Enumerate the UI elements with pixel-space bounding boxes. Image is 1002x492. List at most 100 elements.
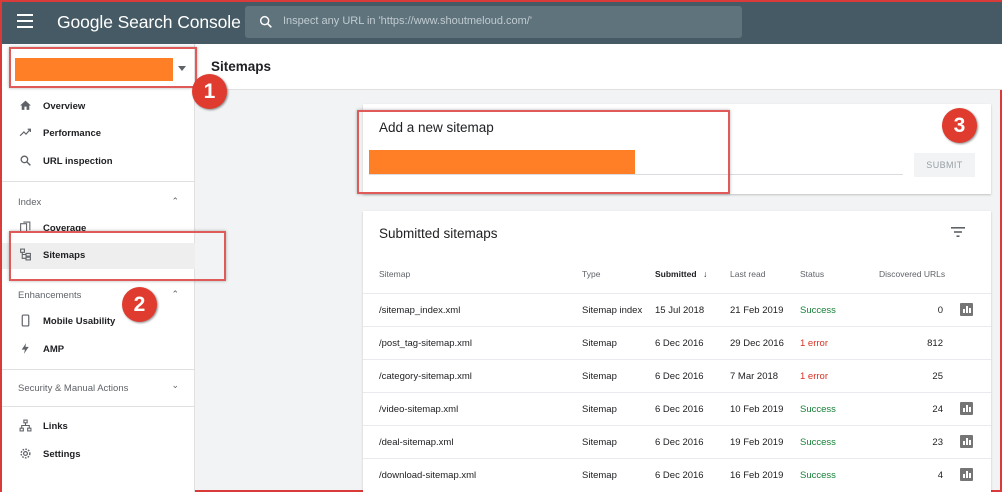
menu-icon[interactable]: [17, 14, 33, 28]
section-enhancements[interactable]: Enhancements: [18, 290, 81, 301]
sidebar-item-label: Performance: [43, 128, 102, 139]
column-header-submitted[interactable]: Submitted ↓: [655, 269, 707, 279]
sidebar-item-mobile-usability[interactable]: Mobile Usability: [2, 309, 195, 335]
cell-discovered-urls: 4: [937, 470, 943, 481]
chevron-up-icon[interactable]: ⌃: [171, 196, 179, 207]
chevron-up-icon[interactable]: ⌃: [171, 289, 179, 300]
trending-icon: [19, 128, 31, 137]
home-icon: [20, 100, 31, 110]
column-header-label: Submitted: [655, 269, 697, 279]
bolt-icon: [21, 343, 29, 354]
cell-submitted: 6 Dec 2016: [655, 371, 704, 382]
annotation-badge-1: 1: [192, 74, 227, 109]
cell-submitted: 6 Dec 2016: [655, 338, 704, 349]
cell-submitted: 6 Dec 2016: [655, 404, 704, 415]
cell-submitted: 6 Dec 2016: [655, 470, 704, 481]
links-icon: [19, 419, 32, 432]
cell-status: Success: [800, 437, 836, 448]
cell-sitemap: /post_tag-sitemap.xml: [379, 338, 472, 349]
phone-icon: [21, 314, 30, 327]
sidebar-item-amp[interactable]: AMP: [2, 337, 195, 363]
cell-type: Sitemap: [582, 371, 617, 382]
cell-status: Success: [800, 305, 836, 316]
table-row[interactable]: /post_tag-sitemap.xml Sitemap 6 Dec 2016 29…: [363, 326, 991, 359]
app-title[interactable]: Google Search Console: [57, 12, 241, 33]
table-row[interactable]: /category-sitemap.xml Sitemap 6 Dec 2016 7 …: [363, 359, 991, 392]
cell-type: Sitemap: [582, 470, 617, 481]
sidebar-item-performance[interactable]: Performance: [2, 121, 195, 147]
chevron-down-icon[interactable]: ⌄: [171, 380, 179, 391]
submit-button[interactable]: SUBMIT: [914, 153, 975, 177]
cell-type: Sitemap: [582, 437, 617, 448]
cell-submitted: 6 Dec 2016: [655, 437, 704, 448]
cell-discovered-urls: 23: [932, 437, 943, 448]
sidebar-item-overview[interactable]: Overview: [2, 94, 195, 120]
gear-icon: [20, 448, 31, 459]
cell-discovered-urls: 0: [937, 305, 943, 316]
sidebar-item-label: Settings: [43, 449, 81, 460]
annotation-badge-3: 3: [942, 108, 977, 143]
cell-last-read: 7 Mar 2018: [730, 371, 779, 382]
search-icon: [259, 15, 272, 28]
sidebar-item-links[interactable]: Links: [2, 414, 195, 440]
arrow-down-icon: ↓: [702, 269, 708, 279]
table-row[interactable]: /video-sitemap.xml Sitemap 6 Dec 2016 10 Fe…: [363, 392, 991, 425]
submitted-sitemaps-card: Submitted sitemaps Sitemap Type Submitte…: [363, 211, 991, 492]
sidebar-item-label: Mobile Usability: [43, 316, 116, 327]
column-header-status[interactable]: Status: [800, 269, 824, 279]
cell-status: 1 error: [800, 371, 828, 382]
table-row[interactable]: /deal-sitemap.xml Sitemap 6 Dec 2016 19 Feb…: [363, 425, 991, 458]
bar-chart-icon[interactable]: [960, 303, 973, 316]
column-header-discovered-urls[interactable]: Discovered URLs: [879, 269, 945, 279]
cell-sitemap: /deal-sitemap.xml: [379, 437, 454, 448]
cell-last-read: 21 Feb 2019: [730, 305, 784, 316]
url-inspection-search[interactable]: Inspect any URL in 'https://www.shoutmel…: [245, 6, 742, 38]
sidebar-item-label: Links: [43, 421, 68, 432]
divider: [2, 369, 195, 370]
annotation-box-3: [357, 110, 730, 194]
cell-last-read: 29 Dec 2016: [730, 338, 784, 349]
page-header: Sitemaps: [195, 44, 1002, 90]
table-row[interactable]: /sitemap_index.xml Sitemap index 15 Jul 20…: [363, 293, 991, 326]
bar-chart-icon[interactable]: [960, 435, 973, 448]
top-app-bar: Google Search Console Inspect any URL in…: [2, 2, 1002, 44]
cell-sitemap: /video-sitemap.xml: [379, 404, 459, 415]
page-title: Sitemaps: [211, 59, 272, 74]
sidebar-item-url-inspection[interactable]: URL inspection: [2, 149, 195, 175]
cell-last-read: 19 Feb 2019: [730, 437, 784, 448]
annotation-box-2: [9, 231, 226, 281]
search-input[interactable]: Inspect any URL in 'https://www.shoutmel…: [283, 15, 532, 27]
cell-status: 1 error: [800, 338, 828, 349]
section-security[interactable]: Security & Manual Actions: [18, 383, 128, 394]
cell-last-read: 10 Feb 2019: [730, 404, 784, 415]
cell-type: Sitemap: [582, 338, 617, 349]
section-index[interactable]: Index: [18, 197, 41, 208]
bar-chart-icon[interactable]: [960, 468, 973, 481]
cell-type: Sitemap index: [582, 305, 643, 316]
cell-last-read: 16 Feb 2019: [730, 470, 784, 481]
filter-icon[interactable]: [951, 226, 965, 238]
sidebar-item-label: AMP: [43, 344, 65, 355]
search-icon: [20, 155, 31, 166]
table-row[interactable]: /download-sitemap.xml Sitemap 6 Dec 2016 16…: [363, 458, 991, 491]
cell-discovered-urls: 24: [932, 404, 943, 415]
divider: [2, 406, 195, 407]
sidebar-item-label: Overview: [43, 101, 86, 112]
sidebar-item-label: URL inspection: [43, 156, 113, 167]
cell-status: Success: [800, 404, 836, 415]
column-header-type[interactable]: Type: [582, 269, 600, 279]
cell-submitted: 15 Jul 2018: [655, 305, 705, 316]
cell-discovered-urls: 25: [932, 371, 943, 382]
bar-chart-icon[interactable]: [960, 402, 973, 415]
cell-sitemap: /download-sitemap.xml: [379, 470, 477, 481]
cell-sitemap: /sitemap_index.xml: [379, 305, 461, 316]
sidebar-item-settings[interactable]: Settings: [2, 442, 195, 468]
cell-status: Success: [800, 470, 836, 481]
column-header-last-read[interactable]: Last read: [730, 269, 765, 279]
annotation-box-1: [9, 47, 197, 88]
cell-discovered-urls: 812: [927, 338, 943, 349]
cell-type: Sitemap: [582, 404, 617, 415]
divider: [2, 181, 195, 182]
column-header-sitemap[interactable]: Sitemap: [379, 269, 410, 279]
annotation-badge-2: 2: [122, 287, 157, 322]
